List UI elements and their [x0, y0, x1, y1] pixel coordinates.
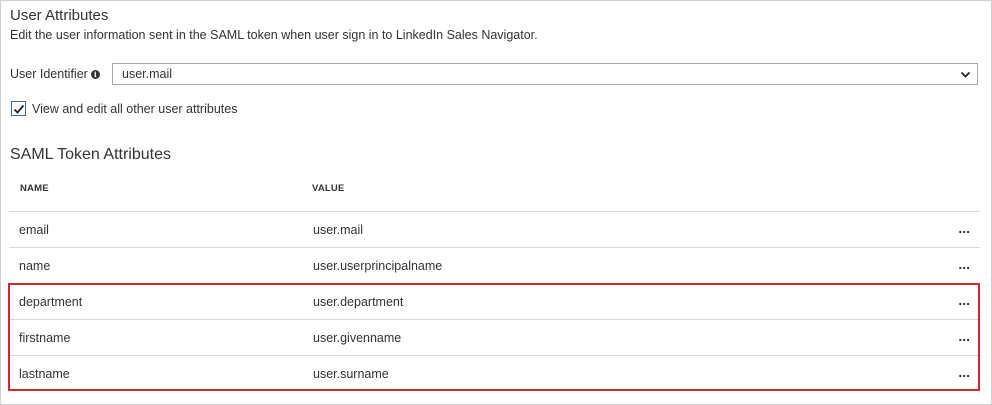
- view-all-attributes-checkbox[interactable]: [11, 101, 26, 116]
- table-row[interactable]: firstname user.givenname ...: [9, 319, 980, 355]
- view-all-attributes-label: View and edit all other user attributes: [32, 101, 238, 116]
- user-identifier-label-text: User Identifier: [10, 67, 88, 81]
- table-row[interactable]: email user.mail ...: [9, 211, 980, 247]
- section-subtitle: Edit the user information sent in the SA…: [10, 28, 538, 42]
- attribute-value: user.givenname: [313, 331, 402, 345]
- info-icon[interactable]: i: [90, 69, 100, 79]
- attribute-value: user.mail: [313, 223, 364, 237]
- more-options-icon[interactable]: ...: [958, 292, 970, 308]
- more-options-icon[interactable]: ...: [958, 220, 970, 236]
- checkmark-icon: [13, 104, 25, 114]
- chevron-down-icon: [960, 71, 971, 78]
- user-identifier-value: user.mail: [122, 67, 173, 81]
- attribute-name: department: [19, 295, 83, 309]
- attribute-name: lastname: [19, 367, 70, 381]
- column-header-value: VALUE: [312, 183, 345, 194]
- more-options-icon[interactable]: ...: [958, 256, 970, 272]
- more-options-icon[interactable]: ...: [958, 328, 970, 344]
- table-row[interactable]: name user.userprincipalname ...: [9, 247, 980, 283]
- more-options-icon[interactable]: ...: [958, 364, 970, 380]
- attribute-name: firstname: [19, 331, 71, 345]
- attribute-value: user.userprincipalname: [313, 259, 443, 273]
- saml-token-attributes-title: SAML Token Attributes: [10, 146, 171, 163]
- attribute-name: name: [19, 259, 51, 273]
- user-identifier-label: User Identifier i: [10, 67, 100, 81]
- table-row[interactable]: department user.department ...: [9, 283, 980, 319]
- attribute-name: email: [19, 223, 49, 237]
- user-identifier-select[interactable]: user.mail: [112, 63, 978, 85]
- attribute-value: user.surname: [313, 367, 389, 381]
- view-all-attributes-row[interactable]: View and edit all other user attributes: [11, 101, 237, 116]
- table-row[interactable]: lastname user.surname ...: [9, 355, 980, 391]
- attribute-value: user.department: [313, 295, 404, 309]
- column-header-name: NAME: [20, 183, 49, 194]
- section-title: User Attributes: [10, 7, 109, 24]
- user-attributes-panel: User Attributes Edit the user informatio…: [0, 0, 992, 405]
